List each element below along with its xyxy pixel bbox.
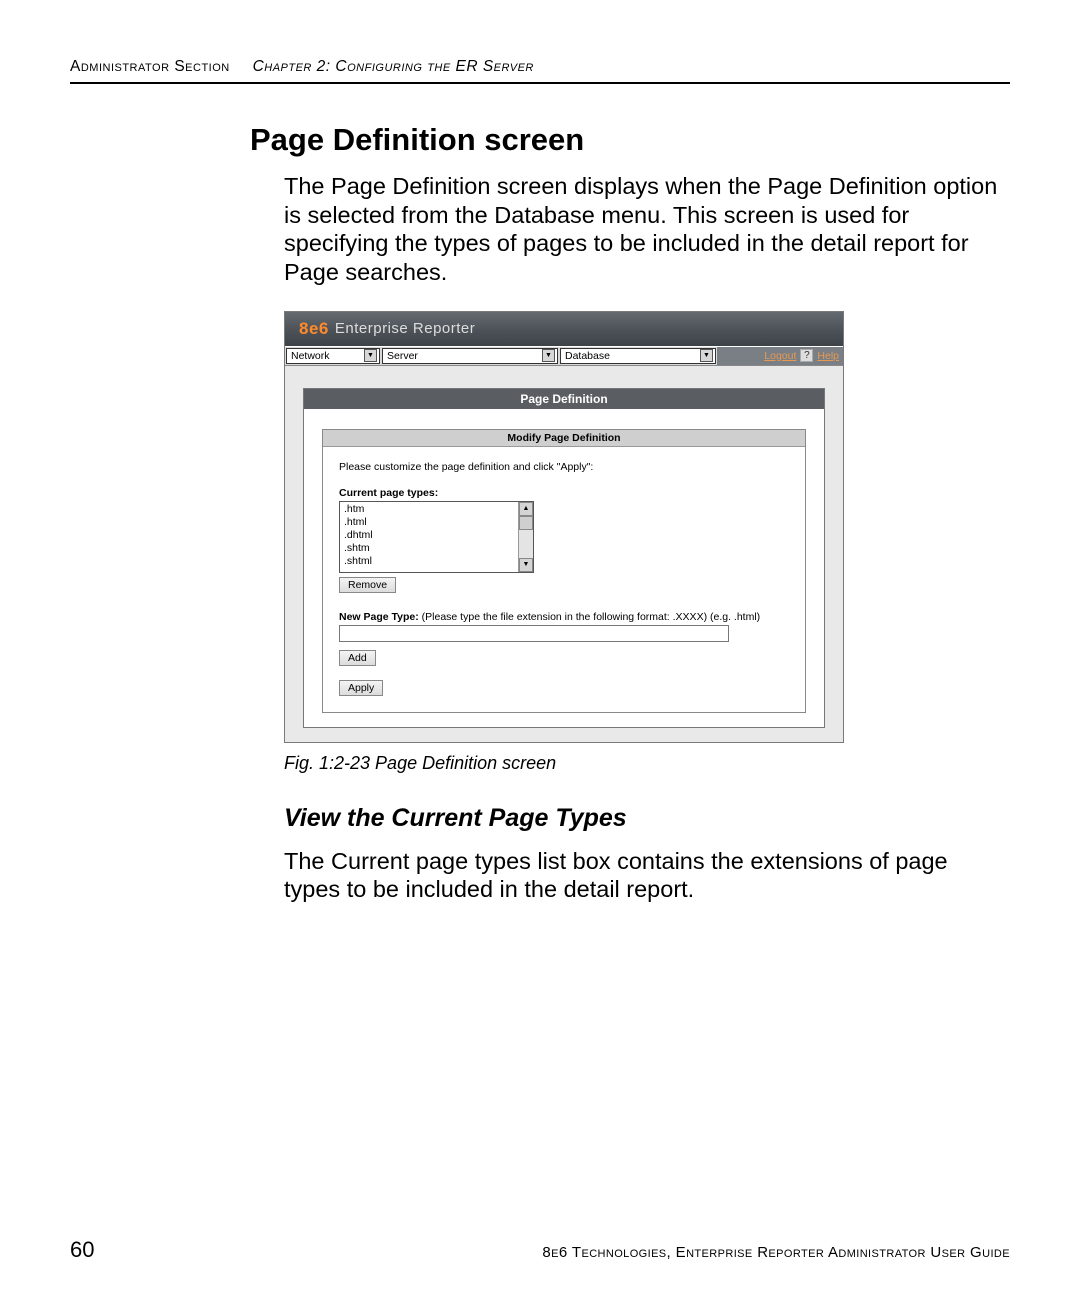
help-icon[interactable]: ?: [800, 349, 813, 362]
header-section: Administrator Section: [70, 58, 230, 75]
panel-sub: Modify Page Definition Please customize …: [322, 429, 806, 713]
sub-paragraph: The Current page types list box contains…: [284, 847, 1010, 904]
list-item[interactable]: .shtm: [344, 542, 514, 555]
subheading: View the Current Page Types: [284, 804, 1010, 833]
new-page-type-input[interactable]: [339, 625, 729, 642]
menu-server-label: Server: [387, 350, 418, 362]
page-footer: 60 8e6 Technologies, Enterprise Reporter…: [70, 1237, 1010, 1263]
page-types-listbox[interactable]: .htm .html .dhtml .shtm .shtml ▲: [339, 501, 534, 573]
menubar: Network ▼ Server ▼ Database ▼ Logout ? H…: [285, 346, 843, 366]
scroll-track[interactable]: [519, 530, 533, 558]
list-item[interactable]: .html: [344, 516, 514, 529]
dropdown-arrow-icon: ▼: [542, 349, 555, 362]
apply-button[interactable]: Apply: [339, 680, 383, 696]
menu-network-label: Network: [291, 350, 330, 362]
scroll-down-icon[interactable]: ▼: [519, 558, 533, 572]
brand-prefix: 8e6: [299, 319, 329, 339]
scrollbar[interactable]: ▲ ▼: [518, 502, 533, 572]
page-types-list[interactable]: .htm .html .dhtml .shtm .shtml: [340, 502, 518, 572]
menu-database[interactable]: Database ▼: [560, 348, 716, 364]
help-link[interactable]: Help: [817, 350, 839, 362]
panel-outer: Page Definition Modify Page Definition P…: [303, 388, 825, 728]
page-number: 60: [70, 1237, 94, 1263]
header-chapter: Chapter 2: Configuring the ER Server: [253, 58, 534, 75]
add-button[interactable]: Add: [339, 650, 376, 666]
scroll-up-icon[interactable]: ▲: [519, 502, 533, 516]
dropdown-arrow-icon: ▼: [700, 349, 713, 362]
new-page-type-hint: (Please type the file extension in the f…: [419, 611, 760, 623]
figure-caption: Fig. 1:2-23 Page Definition screen: [284, 753, 1010, 774]
intro-paragraph: The Page Definition screen displays when…: [284, 172, 1010, 287]
panel-title: Page Definition: [304, 389, 824, 409]
list-item[interactable]: .shtml: [344, 555, 514, 568]
dropdown-arrow-icon: ▼: [364, 349, 377, 362]
footer-text: 8e6 Technologies, Enterprise Reporter Ad…: [542, 1244, 1010, 1261]
remove-button[interactable]: Remove: [339, 577, 396, 593]
scroll-thumb[interactable]: [519, 516, 533, 530]
logout-link[interactable]: Logout: [764, 350, 796, 362]
instruction-text: Please customize the page definition and…: [339, 461, 789, 473]
app-titlebar: 8e6 Enterprise Reporter: [285, 312, 843, 346]
menu-database-label: Database: [565, 350, 610, 362]
menu-network[interactable]: Network ▼: [286, 348, 380, 364]
running-header: Administrator Section Chapter 2: Configu…: [70, 58, 1010, 84]
panel-sub-title: Modify Page Definition: [323, 430, 805, 447]
app-window: 8e6 Enterprise Reporter Network ▼ Server…: [284, 311, 844, 743]
list-item[interactable]: .dhtml: [344, 529, 514, 542]
new-page-type-label: New Page Type:: [339, 611, 419, 623]
menu-server[interactable]: Server ▼: [382, 348, 558, 364]
brand-suffix: Enterprise Reporter: [335, 320, 475, 337]
list-item[interactable]: .htm: [344, 503, 514, 516]
page-title: Page Definition screen: [250, 122, 1010, 158]
current-page-types-label: Current page types:: [339, 487, 789, 499]
